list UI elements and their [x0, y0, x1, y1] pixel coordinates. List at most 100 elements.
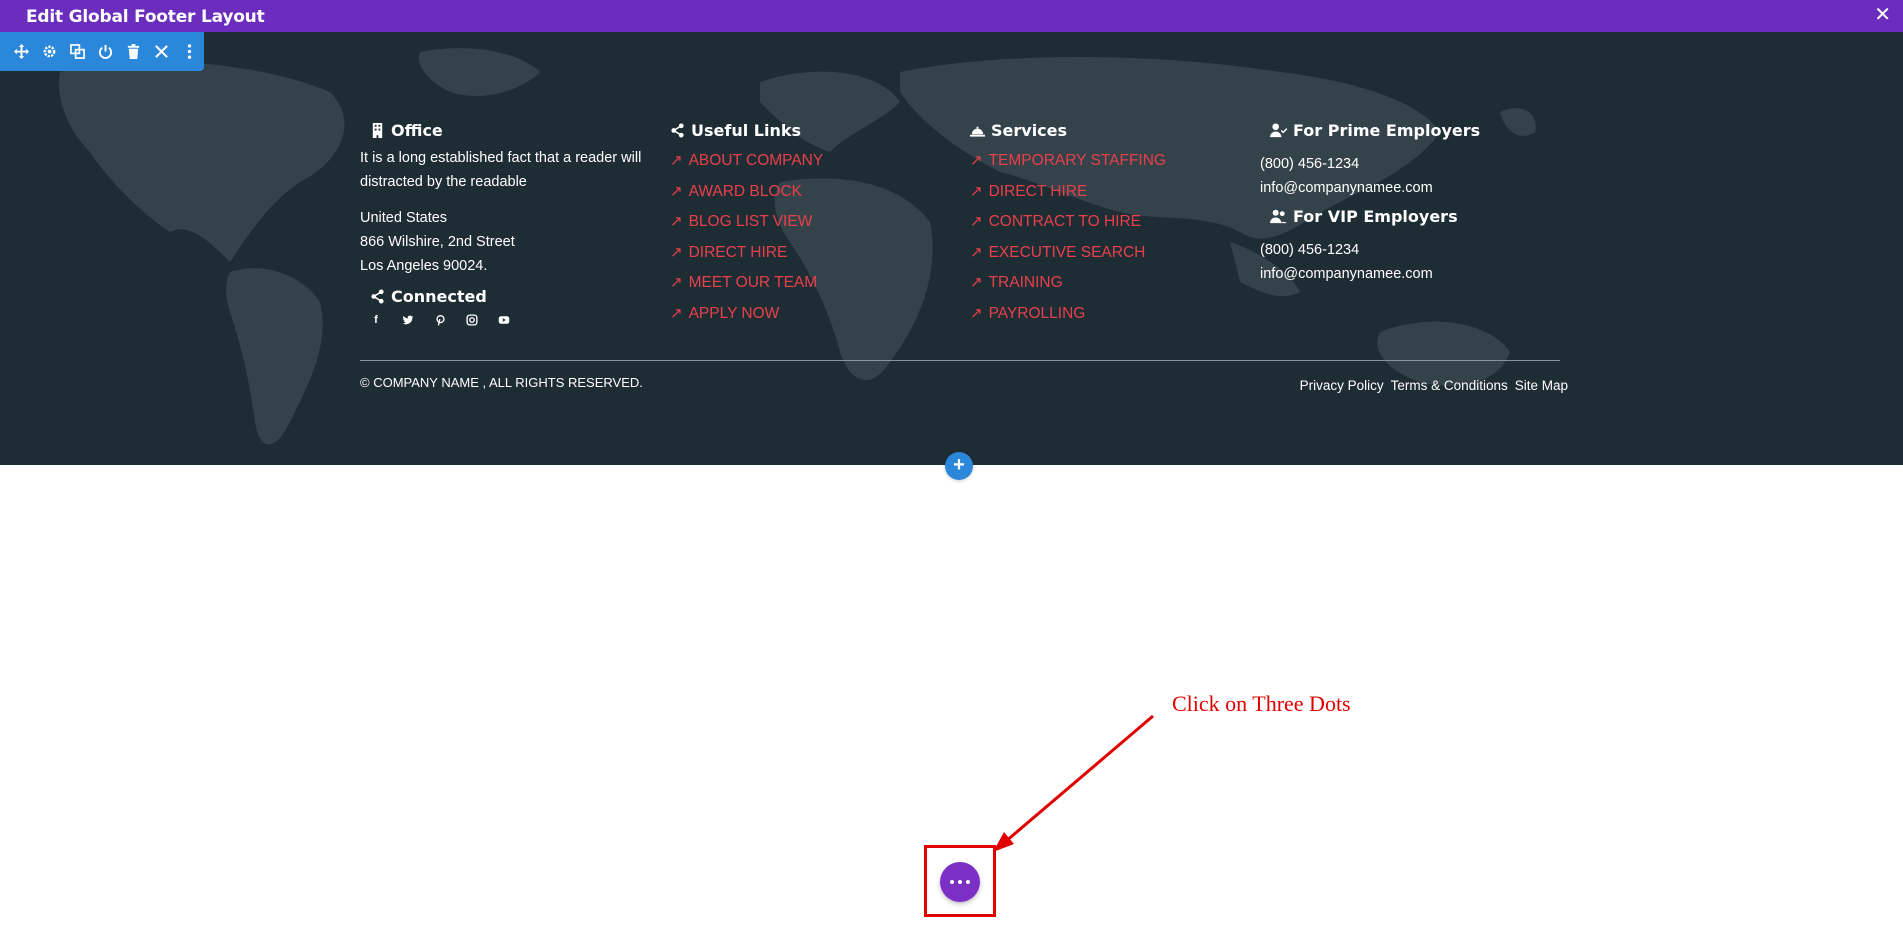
pinterest-icon[interactable] — [432, 312, 448, 328]
services-list: ↗ TEMPORARY STAFFING ↗ DIRECT HIRE ↗ CONTRA… — [970, 146, 1166, 329]
arrow-up-right-icon: ↗ — [670, 182, 683, 200]
arrow-up-right-icon: ↗ — [670, 152, 683, 169]
three-dots-button[interactable] — [940, 862, 980, 902]
address-line: 866 Wilshire, 2nd Street — [360, 234, 515, 250]
link-label: AWARD BLOCK — [688, 182, 802, 200]
arrow-up-right-icon: ↗ — [970, 304, 983, 322]
social-links: f — [368, 312, 660, 328]
link-label: TRAINING — [988, 274, 1063, 291]
user-check-icon — [1270, 122, 1287, 137]
useful-links-heading: Useful Links — [670, 120, 823, 140]
connected-heading-text: Connected — [391, 286, 487, 306]
link-label: PAYROLLING — [988, 304, 1086, 322]
arrow-up-right-icon: ↗ — [970, 213, 983, 230]
link-label: MEET OUR TEAM — [688, 274, 818, 291]
link-label: DIRECT HIRE — [688, 243, 788, 261]
service-link-item[interactable]: ↗ PAYROLLING — [970, 299, 1166, 330]
close-icon[interactable]: ✕ — [1874, 4, 1891, 26]
prime-employers-heading: For Prime Employers — [1270, 120, 1560, 140]
users-icon — [1270, 209, 1287, 223]
share-icon — [671, 122, 684, 138]
arrow-up-right-icon: ↗ — [970, 243, 983, 261]
arrow-up-right-icon: ↗ — [970, 152, 983, 169]
youtube-icon[interactable] — [496, 312, 512, 328]
arrow-up-right-icon: ↗ — [670, 243, 683, 261]
privacy-policy-link[interactable]: Privacy Policy — [1300, 378, 1384, 393]
page-title: Edit Global Footer Layout — [26, 7, 265, 27]
prime-employers-heading-text: For Prime Employers — [1293, 120, 1481, 140]
footer-divider — [360, 360, 1560, 361]
link-label: CONTRACT TO HIRE — [988, 213, 1142, 230]
services-heading-text: Services — [991, 120, 1068, 140]
footer-section: Office It is a long established fact tha… — [0, 32, 1903, 465]
top-bar: Edit Global Footer Layout ✕ — [0, 0, 1903, 32]
power-icon[interactable] — [96, 43, 114, 61]
arrow-up-right-icon: ↗ — [670, 213, 683, 230]
address-line: Los Angeles 90024. — [360, 258, 488, 274]
useful-link-item[interactable]: ↗ DIRECT HIRE — [670, 238, 823, 269]
vip-employers-heading-text: For VIP Employers — [1293, 206, 1458, 226]
office-heading-text: Office — [391, 120, 443, 140]
arrow-up-right-icon: ↗ — [670, 274, 683, 291]
useful-link-item[interactable]: ↗ AWARD BLOCK — [670, 177, 823, 208]
office-heading: Office — [370, 120, 660, 140]
facebook-icon[interactable]: f — [368, 312, 384, 328]
link-label: TEMPORARY STAFFING — [988, 152, 1166, 169]
vip-employers-heading: For VIP Employers — [1270, 206, 1560, 226]
service-link-item[interactable]: ↗ TRAINING — [970, 268, 1166, 299]
connected-heading: Connected — [370, 286, 660, 306]
move-icon[interactable] — [12, 43, 30, 61]
service-link-item[interactable]: ↗ CONTRACT TO HIRE — [970, 207, 1166, 238]
trash-icon[interactable] — [124, 43, 142, 61]
services-heading: Services — [970, 120, 1166, 140]
link-label: ABOUT COMPANY — [688, 152, 824, 169]
link-label: EXECUTIVE SEARCH — [988, 243, 1146, 261]
bell-service-icon — [970, 126, 985, 137]
service-link-item[interactable]: ↗ TEMPORARY STAFFING — [970, 146, 1166, 177]
terms-conditions-link[interactable]: Terms & Conditions — [1391, 378, 1508, 393]
share-icon — [371, 288, 384, 304]
vip-employers-block: For VIP Employers (800) 456-1234 info@co… — [1260, 206, 1560, 286]
useful-link-item[interactable]: ↗ BLOG LIST VIEW — [670, 207, 823, 238]
useful-links-heading-text: Useful Links — [691, 120, 802, 140]
vip-email: info@companynamee.com — [1260, 266, 1433, 282]
three-dots-icon — [950, 880, 970, 884]
world-map-background — [59, 48, 1536, 445]
office-address: United States 866 Wilshire, 2nd Street L… — [360, 206, 660, 278]
service-link-item[interactable]: ↗ EXECUTIVE SEARCH — [970, 238, 1166, 269]
link-label: BLOG LIST VIEW — [688, 213, 813, 230]
site-map-link[interactable]: Site Map — [1515, 378, 1568, 393]
instagram-icon[interactable] — [464, 312, 480, 328]
services-column: Services ↗ TEMPORARY STAFFING ↗ DIRECT HIR… — [970, 120, 1166, 329]
prime-email: info@companynamee.com — [1260, 180, 1433, 196]
section-toolbar — [0, 32, 204, 71]
prime-employers-block: For Prime Employers (800) 456-1234 info@… — [1260, 120, 1560, 200]
link-label: APPLY NOW — [688, 304, 780, 322]
gear-icon[interactable] — [40, 43, 58, 61]
add-row-button[interactable]: + — [945, 452, 973, 480]
twitter-icon[interactable] — [400, 312, 416, 328]
building-icon — [372, 122, 383, 138]
useful-link-item[interactable]: ↗ MEET OUR TEAM — [670, 268, 823, 299]
duplicate-icon[interactable] — [68, 43, 86, 61]
annotation-text: Click on Three Dots — [1172, 691, 1351, 716]
prime-phone: (800) 456-1234 — [1260, 156, 1360, 172]
link-label: DIRECT HIRE — [988, 182, 1088, 200]
arrow-up-right-icon: ↗ — [670, 304, 683, 322]
address-line: United States — [360, 210, 448, 226]
office-column: Office It is a long established fact tha… — [360, 120, 660, 328]
arrow-up-right-icon: ↗ — [970, 274, 983, 291]
arrow-up-right-icon: ↗ — [970, 182, 983, 200]
copyright-text: © COMPANY NAME , ALL RIGHTS RESERVED. — [360, 375, 643, 390]
close-icon[interactable] — [152, 43, 170, 61]
useful-links-column: Useful Links ↗ ABOUT COMPANY ↗ AWARD BLOCK… — [670, 120, 823, 329]
useful-link-item[interactable]: ↗ ABOUT COMPANY — [670, 146, 823, 177]
service-link-item[interactable]: ↗ DIRECT HIRE — [970, 177, 1166, 208]
legal-links: Privacy Policy Terms & Conditions Site M… — [1300, 378, 1568, 393]
vip-phone: (800) 456-1234 — [1260, 242, 1360, 258]
useful-links-list: ↗ ABOUT COMPANY ↗ AWARD BLOCK ↗ BLOG LIST V… — [670, 146, 823, 329]
useful-link-item[interactable]: ↗ APPLY NOW — [670, 299, 823, 330]
kebab-icon[interactable] — [180, 43, 198, 61]
office-description: It is a long established fact that a rea… — [360, 150, 642, 190]
employers-column: For Prime Employers (800) 456-1234 info@… — [1260, 120, 1560, 292]
